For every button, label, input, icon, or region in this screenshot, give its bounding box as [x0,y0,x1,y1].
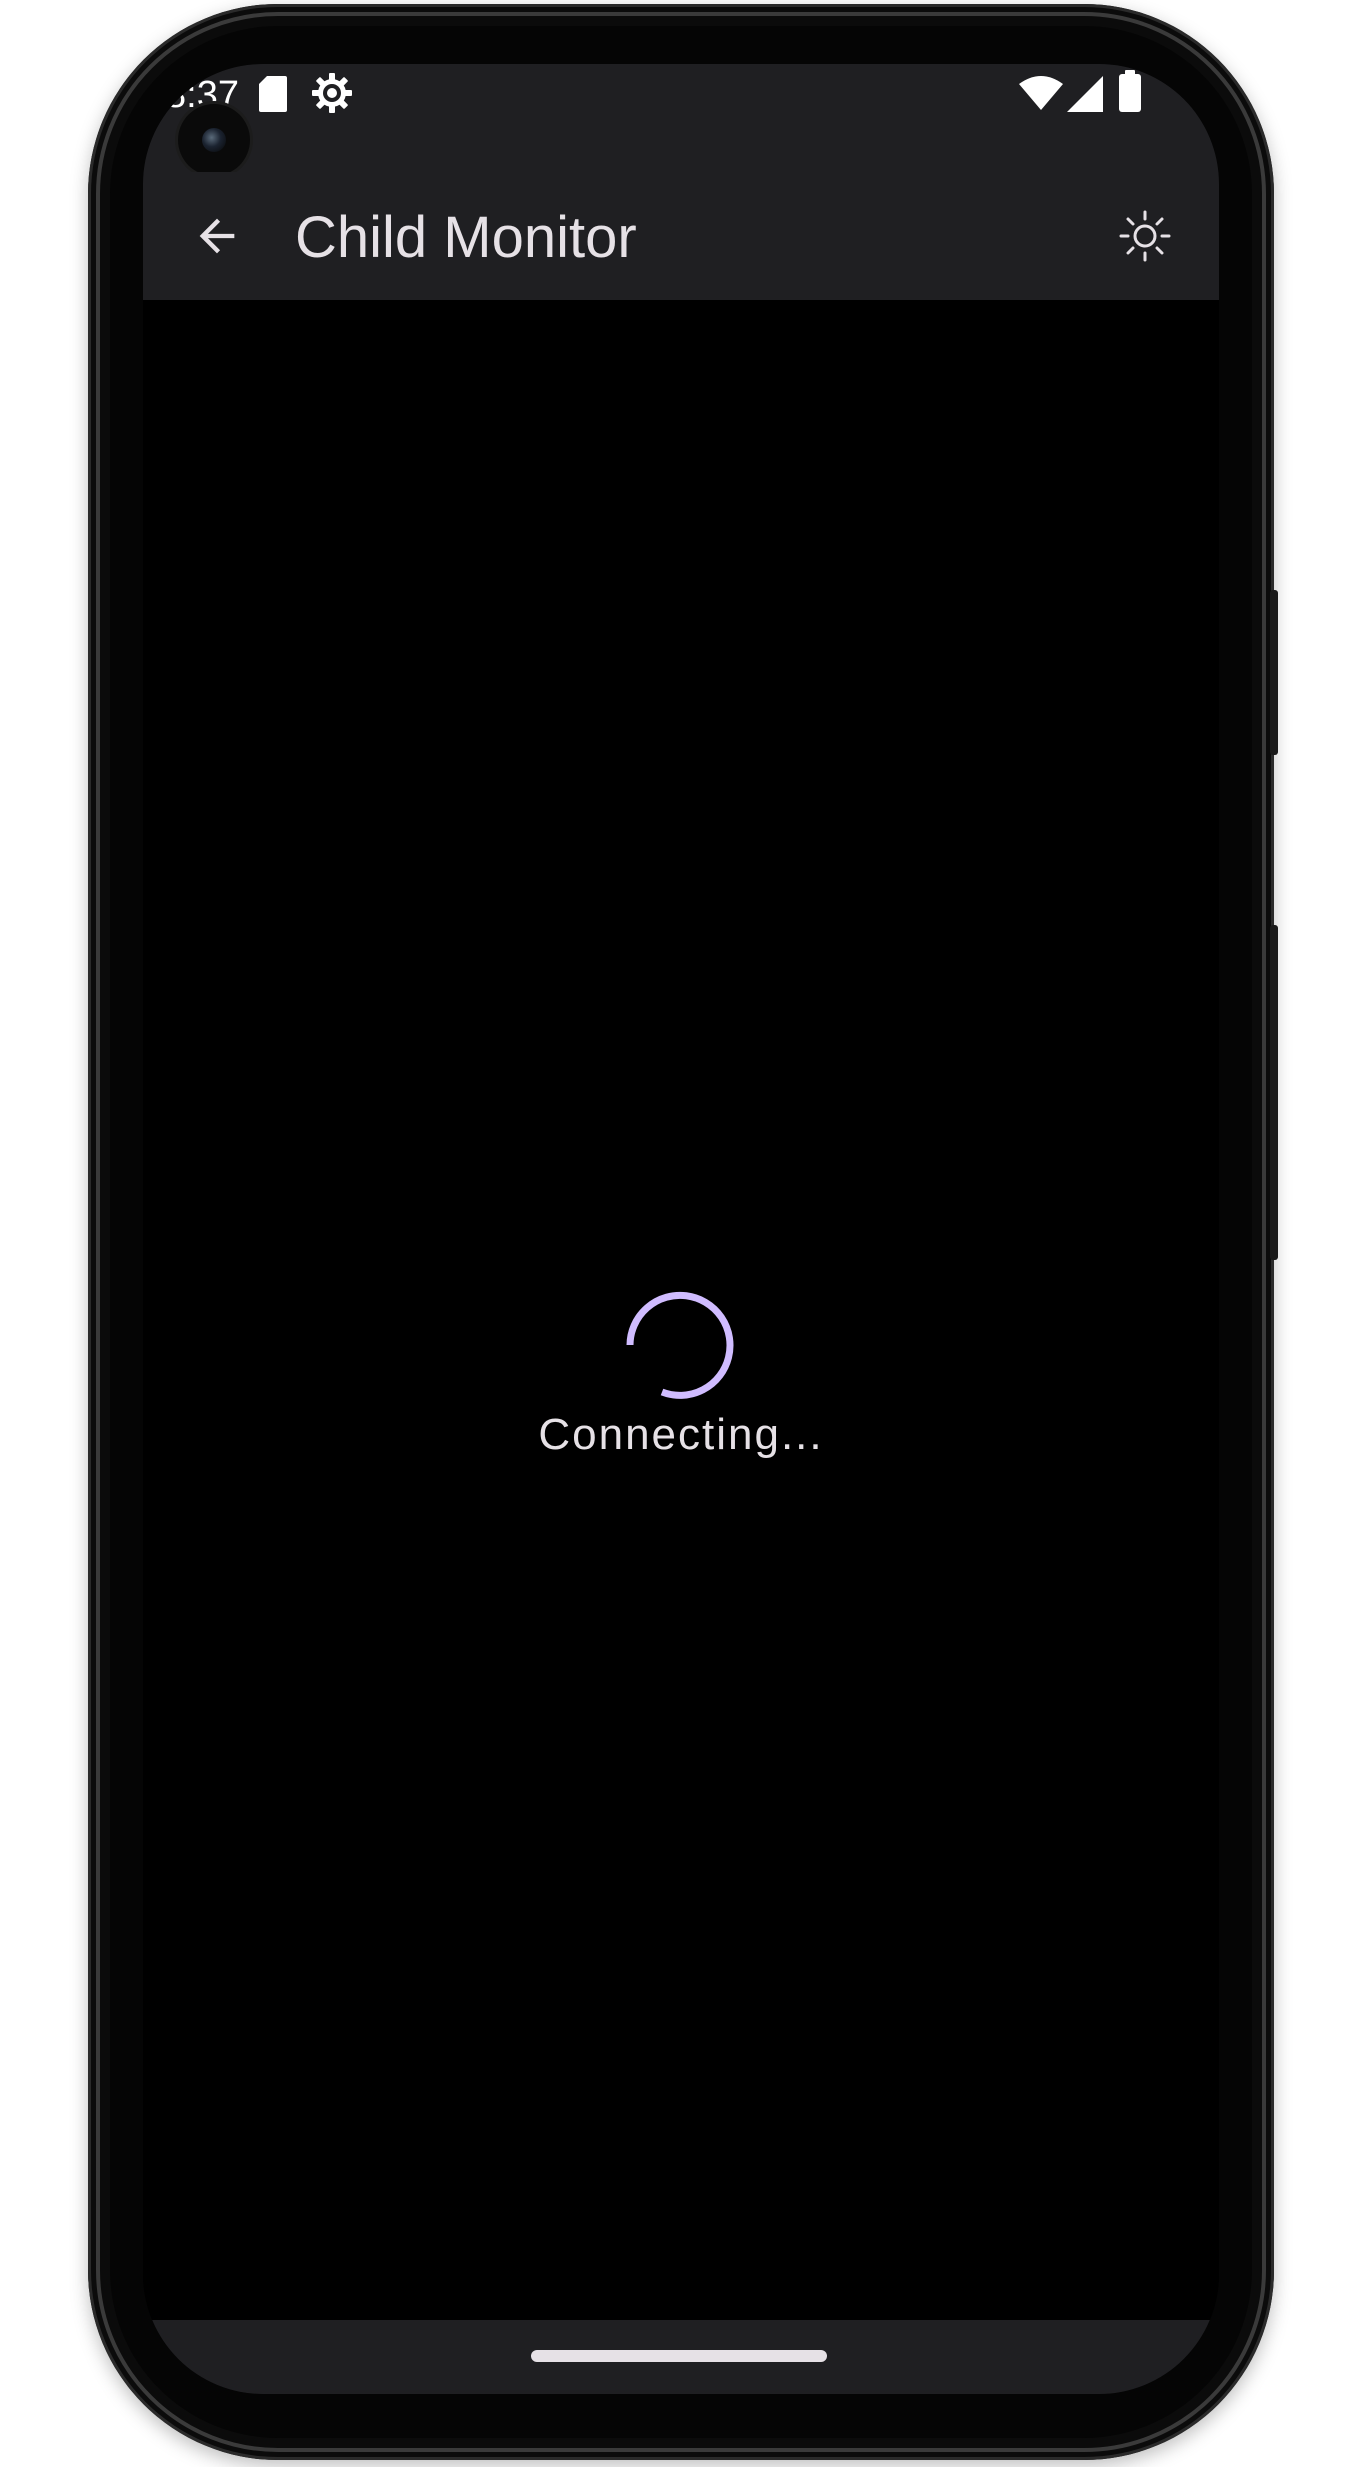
power-button [1270,590,1278,755]
status-bar: 8:37 [143,64,1219,176]
battery-icon [1119,70,1141,117]
brightness-button[interactable] [1111,202,1179,270]
back-button[interactable] [185,204,249,268]
volume-button [1270,925,1278,1260]
home-indicator[interactable] [531,2350,827,2362]
wifi-icon [1019,76,1063,117]
front-camera [178,104,250,176]
page-title: Child Monitor [295,205,637,270]
settings-gear-icon [311,72,353,119]
main-content: Connecting... [143,300,1219,2320]
arrow-back-icon [199,218,235,254]
sd-card-icon [259,76,287,117]
device-screen: 8:37 Child Monitor Connecting... [143,64,1219,2394]
gesture-nav-bar [143,2320,1219,2394]
brightness-icon [1119,210,1171,262]
top-app-bar: Child Monitor [143,172,1219,300]
connection-status-text: Connecting... [538,1410,824,1459]
cell-signal-icon [1067,76,1103,117]
loading-spinner [626,1291,734,1399]
